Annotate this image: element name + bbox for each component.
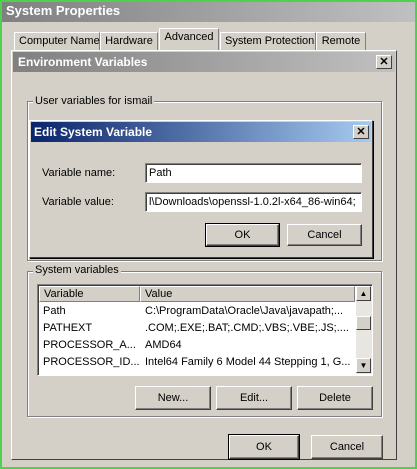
edit-cancel-button[interactable]: Cancel (287, 224, 362, 246)
tab-advanced[interactable]: Advanced (159, 28, 219, 50)
tab-remote[interactable]: Remote (316, 32, 366, 50)
user-variables-label: User variables for ismail (33, 95, 155, 107)
row-variable: Path (43, 305, 66, 317)
row-value: AMD64 (145, 339, 182, 351)
new-button[interactable]: New... (135, 386, 211, 410)
system-variables-list[interactable]: Variable Value Path C:\ProgramData\Oracl… (37, 284, 373, 376)
environment-variables-title: Environment Variables (18, 55, 148, 69)
row-variable: PATHEXT (43, 322, 93, 334)
env-close-icon[interactable]: ✕ (376, 55, 392, 69)
column-header-value[interactable]: Value (140, 286, 355, 302)
scroll-down-icon[interactable]: ▼ (356, 358, 371, 373)
system-variables-label: System variables (33, 264, 121, 276)
table-row[interactable]: PROCESSOR_ID... Intel64 Family 6 Model 4… (39, 354, 355, 371)
variable-name-field[interactable]: Path (145, 163, 362, 183)
row-value: Intel64 Family 6 Model 44 Stepping 1, G.… (145, 356, 351, 368)
edit-button[interactable]: Edit... (216, 386, 292, 410)
edit-dialog-title: Edit System Variable (34, 125, 153, 139)
tab-computer-name[interactable]: Computer Name (14, 32, 100, 50)
variable-value-label: Variable value: (42, 196, 114, 208)
scroll-thumb[interactable] (356, 316, 371, 330)
delete-button[interactable]: Delete (297, 386, 373, 410)
row-value: .COM;.EXE;.BAT;.CMD;.VBS;.VBE;.JS;.... (145, 322, 349, 334)
row-value: C:\ProgramData\Oracle\Java\javapath;... (145, 305, 344, 317)
env-ok-button[interactable]: OK (228, 434, 300, 460)
row-variable: PROCESSOR_A... (43, 339, 136, 351)
scroll-up-icon[interactable]: ▲ (356, 286, 371, 301)
system-properties-title: System Properties (6, 3, 121, 18)
variable-value-field[interactable]: l\Downloads\openssl-1.0.2l-x64_86-win64; (145, 192, 362, 212)
tab-hardware[interactable]: Hardware (100, 32, 158, 50)
list-scrollbar[interactable]: ▲ ▼ (356, 286, 372, 374)
tab-system-protection[interactable]: System Protection (220, 32, 316, 50)
table-row[interactable]: PROCESSOR_A... AMD64 (39, 337, 355, 354)
variable-name-label: Variable name: (42, 167, 116, 179)
column-header-variable[interactable]: Variable (39, 286, 140, 302)
row-variable: PROCESSOR_ID... (43, 356, 139, 368)
edit-ok-button[interactable]: OK (205, 223, 280, 247)
edit-dialog-close-icon[interactable]: ✕ (353, 125, 369, 139)
table-row[interactable]: Path C:\ProgramData\Oracle\Java\javapath… (39, 303, 355, 320)
table-row[interactable]: PATHEXT .COM;.EXE;.BAT;.CMD;.VBS;.VBE;.J… (39, 320, 355, 337)
env-cancel-button[interactable]: Cancel (311, 435, 383, 459)
